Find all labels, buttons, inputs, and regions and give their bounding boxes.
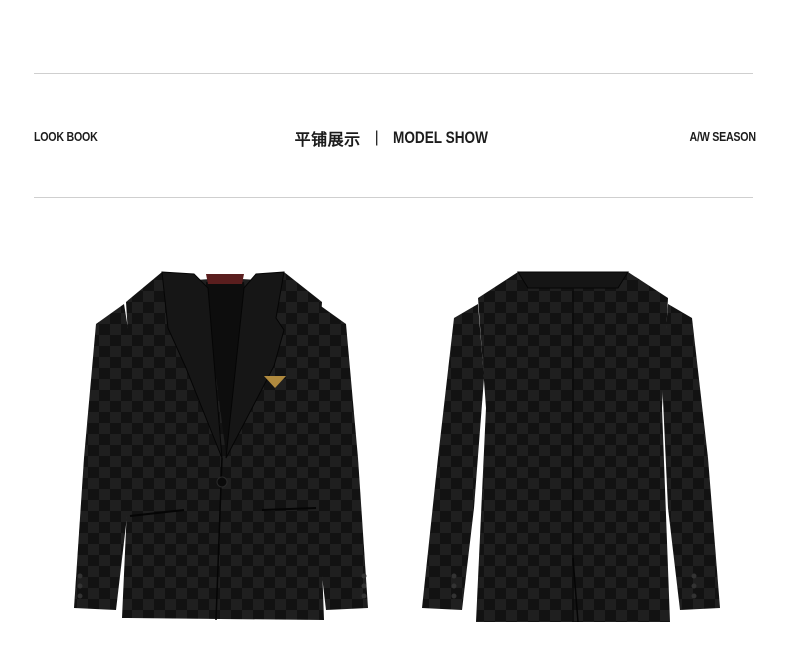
blazer-front-image (66, 258, 376, 630)
blazer-back-image (418, 258, 728, 630)
header-top-divider (34, 73, 753, 74)
section-title-en: MODEL SHOW (392, 128, 488, 147)
header-bottom-divider (34, 197, 753, 198)
title-separator: | (374, 129, 379, 146)
section-title-cn: 平铺展示 (294, 130, 361, 149)
season-label: A/W SEASON (689, 129, 756, 144)
section-title: 平铺展示 | MODEL SHOW (0, 126, 790, 150)
